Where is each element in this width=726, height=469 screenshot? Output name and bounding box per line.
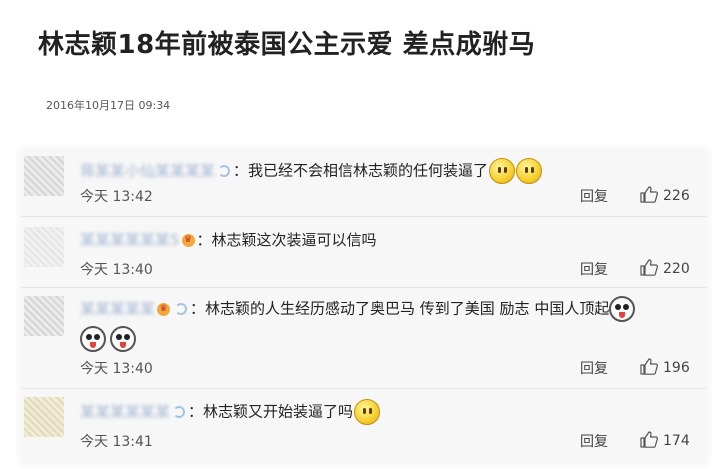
smile-emoji <box>516 158 543 184</box>
verified-icon <box>173 406 186 418</box>
silly-face-emoji <box>80 326 106 352</box>
like-button[interactable]: 196 <box>640 358 690 376</box>
avatar[interactable] <box>24 156 64 196</box>
avatar[interactable] <box>24 296 64 336</box>
like-count: 174 <box>663 433 690 449</box>
member-badge-icon: ♛ <box>181 234 195 247</box>
like-count: 196 <box>663 360 690 376</box>
comment-line: 某某某某某某5 ♛ ：林志颖这次装逼可以信吗 <box>80 229 698 250</box>
comment-line: 某某某某某某 ：林志颖又开始装逼了吗 <box>80 399 698 425</box>
smile-emoji <box>489 158 516 184</box>
avatar[interactable] <box>24 397 64 437</box>
thumbs-up-icon <box>640 358 658 375</box>
reply-button[interactable]: 回复 <box>580 259 608 279</box>
comment-time: 今天 13:40 <box>80 262 153 278</box>
verified-icon <box>218 165 231 177</box>
reply-button[interactable]: 回复 <box>580 186 608 206</box>
comment-username[interactable]: 蒋某某小仙某某某某 <box>80 160 215 181</box>
like-count: 220 <box>663 261 690 277</box>
article-title: 林志颖18年前被泰国公主示爱 差点成驸马 <box>38 30 536 60</box>
like-button[interactable]: 220 <box>640 259 690 277</box>
comment-list: 蒋某某小仙某某某某 ：我已经不会相信林志颖的任何装逼了 今天 13:42 回复 2… <box>22 150 706 462</box>
thumbs-up-icon <box>640 431 658 448</box>
comment-username[interactable]: 某某某某某某 <box>80 401 170 422</box>
article-date: 2016年10月17日 09:34 <box>46 99 171 112</box>
silly-face-emoji <box>110 326 136 352</box>
emoji-row <box>80 326 140 352</box>
like-count: 226 <box>663 188 690 204</box>
comment-time: 今天 13:42 <box>80 189 153 205</box>
verified-icon <box>175 303 188 315</box>
silly-face-emoji <box>609 296 636 322</box>
comment-item: 蒋某某小仙某某某某 ：我已经不会相信林志颖的任何装逼了 今天 13:42 回复 2… <box>22 150 706 216</box>
smile-emoji <box>354 399 381 425</box>
comment-username[interactable]: 某某某某某某5 <box>80 229 180 250</box>
comment-item: 某某某某某某5 ♛ ：林志颖这次装逼可以信吗 今天 13:40 回复 220 <box>22 216 706 288</box>
comment-line: 蒋某某小仙某某某某 ：我已经不会相信林志颖的任何装逼了 <box>80 158 698 184</box>
reply-button[interactable]: 回复 <box>580 431 608 451</box>
comment-time: 今天 13:40 <box>80 361 153 377</box>
comment-item: 某某某某某 ♛ ：林志颖的人生经历感动了奥巴马 传到了美国 励志 中国人顶起 今天 … <box>22 287 706 389</box>
thumbs-up-icon <box>640 259 658 276</box>
comment-item: 某某某某某某 ：林志颖又开始装逼了吗 今天 13:41 回复 174 <box>22 388 706 463</box>
member-badge-icon: ♛ <box>157 302 171 316</box>
comment-time: 今天 13:41 <box>80 434 153 450</box>
like-button[interactable]: 226 <box>640 186 690 204</box>
comment-line: 某某某某某 ♛ ：林志颖的人生经历感动了奥巴马 传到了美国 励志 中国人顶起 <box>80 296 698 322</box>
avatar[interactable] <box>24 227 64 267</box>
comment-text: ：我已经不会相信林志颖的任何装逼了 <box>233 161 489 180</box>
comment-username[interactable]: 某某某某某 <box>80 298 155 319</box>
like-button[interactable]: 174 <box>640 431 690 449</box>
reply-button[interactable]: 回复 <box>580 358 608 378</box>
comment-text: ：林志颖的人生经历感动了奥巴马 传到了美国 励志 中国人顶起 <box>190 299 610 318</box>
comment-text: ：林志颖又开始装逼了吗 <box>188 402 354 421</box>
thumbs-up-icon <box>640 186 658 203</box>
comment-text: ：林志颖这次装逼可以信吗 <box>196 231 377 249</box>
